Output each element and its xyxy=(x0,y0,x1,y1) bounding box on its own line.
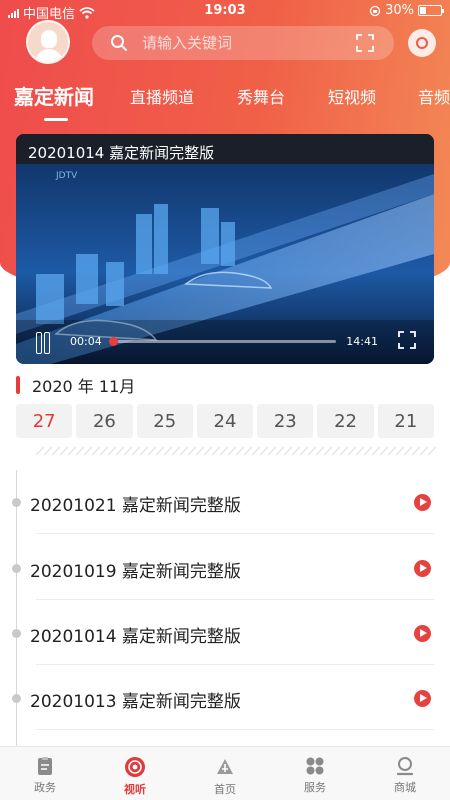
search-bar[interactable] xyxy=(92,26,394,60)
active-tab-indicator xyxy=(44,118,68,121)
nav-label: 首页 xyxy=(214,783,236,796)
nav-label: 政务 xyxy=(34,781,56,794)
date-header: 2020 年 11月 xyxy=(16,373,135,397)
day-27[interactable]: 27 xyxy=(16,404,73,438)
nav-label: 商城 xyxy=(394,781,416,794)
play-icon[interactable] xyxy=(414,494,431,511)
play-icon[interactable] xyxy=(414,560,431,577)
month-label: 2020 年 11月 xyxy=(32,377,136,396)
clipboard-icon xyxy=(38,757,52,775)
nav-item-home[interactable]: 首页 xyxy=(180,747,270,800)
pause-button[interactable] xyxy=(36,332,50,354)
play-icon[interactable] xyxy=(414,625,431,642)
timeline-dot xyxy=(12,629,21,638)
message-icon[interactable] xyxy=(408,29,436,57)
nav-item-media[interactable]: 视听 xyxy=(90,747,180,800)
episode-title: 20201013 嘉定新闻完整版 xyxy=(30,692,241,712)
timeline-dot xyxy=(12,498,21,507)
nav-label: 服务 xyxy=(304,781,326,794)
scan-icon[interactable] xyxy=(356,34,374,52)
list-item[interactable]: 20201021 嘉定新闻完整版 xyxy=(0,470,450,534)
play-icon[interactable] xyxy=(414,690,431,707)
episode-title: 20201014 嘉定新闻完整版 xyxy=(30,627,241,647)
user-avatar[interactable] xyxy=(26,20,70,64)
shop-icon xyxy=(396,757,414,776)
bottom-navigation: 政务 视听 首页 服务 商城 xyxy=(0,746,450,800)
tab-audio[interactable]: 音频 xyxy=(418,84,450,108)
date-accent-bar xyxy=(16,376,20,394)
day-22[interactable]: 22 xyxy=(317,404,374,438)
duration: 14:41 xyxy=(346,335,378,348)
video-player[interactable]: JDTV 20201014 嘉定新闻完整版 00:04 14:41 xyxy=(16,134,434,364)
battery-percent: 30% xyxy=(385,3,414,18)
day-21[interactable]: 21 xyxy=(377,404,434,438)
day-23[interactable]: 23 xyxy=(257,404,314,438)
episode-title: 20201021 嘉定新闻完整版 xyxy=(30,496,241,516)
orientation-lock-icon xyxy=(369,5,381,16)
nav-item-shop[interactable]: 商城 xyxy=(360,747,450,800)
date-selector: 27 26 25 24 23 22 21 xyxy=(16,404,434,438)
fullscreen-icon[interactable] xyxy=(398,331,416,349)
day-24[interactable]: 24 xyxy=(196,404,254,438)
progress-bar[interactable] xyxy=(109,337,336,346)
nav-item-services[interactable]: 服务 xyxy=(270,747,360,800)
video-title: 20201014 嘉定新闻完整版 xyxy=(28,144,215,162)
status-bar: 中国电信 19:03 30% xyxy=(0,0,450,22)
grid-icon xyxy=(306,757,324,775)
timeline-dot xyxy=(12,694,21,703)
nav-label: 视听 xyxy=(124,783,146,796)
home-logo-icon xyxy=(217,759,233,774)
list-item[interactable]: 20201019 嘉定新闻完整版 xyxy=(0,536,450,600)
list-item[interactable]: 20201013 嘉定新闻完整版 xyxy=(0,666,450,730)
search-icon xyxy=(111,35,127,51)
tab-live-channel[interactable]: 直播频道 xyxy=(130,84,194,108)
day-26[interactable]: 26 xyxy=(76,404,133,438)
player-controls: 00:04 14:41 xyxy=(16,320,434,364)
battery-icon xyxy=(418,5,444,16)
play-circle-icon xyxy=(125,757,145,777)
search-input[interactable] xyxy=(142,26,342,60)
nav-item-government[interactable]: 政务 xyxy=(0,747,90,800)
day-25[interactable]: 25 xyxy=(136,404,193,438)
current-time: 00:04 xyxy=(70,335,102,348)
timeline-dot xyxy=(12,564,21,573)
progress-handle[interactable] xyxy=(109,337,119,346)
tab-show-stage[interactable]: 秀舞台 xyxy=(237,84,285,108)
list-item[interactable]: 20201014 嘉定新闻完整版 xyxy=(0,601,450,665)
tab-short-video[interactable]: 短视频 xyxy=(328,84,376,108)
channel-tabs: 嘉定新闻 直播频道 秀舞台 短视频 音频 xyxy=(0,80,450,124)
jdtv-logo: JDTV xyxy=(55,171,78,181)
decorative-divider xyxy=(36,446,440,456)
tab-jiading-news[interactable]: 嘉定新闻 xyxy=(14,81,94,110)
episode-title: 20201019 嘉定新闻完整版 xyxy=(30,562,241,582)
